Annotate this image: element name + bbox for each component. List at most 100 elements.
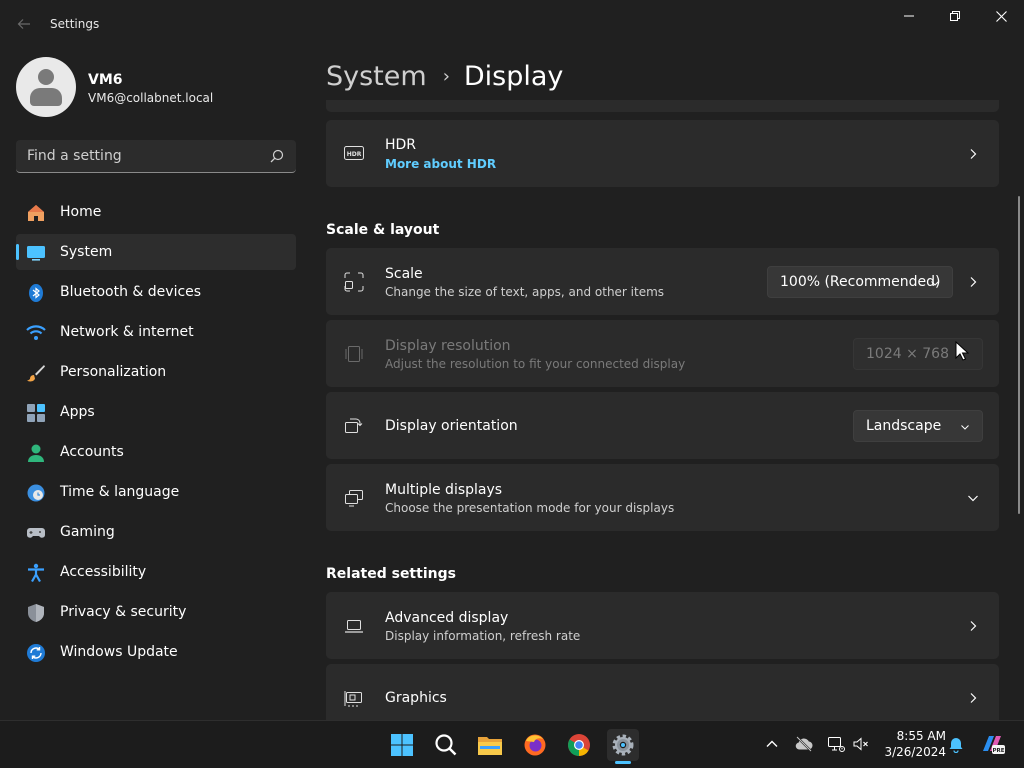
hdr-more-link[interactable]: More about HDR <box>385 157 496 171</box>
taskbar-search-button[interactable] <box>430 729 462 761</box>
sidebar-item-personalization[interactable]: Personalization <box>16 354 296 390</box>
sidebar-item-label: System <box>60 244 113 260</box>
svg-text:PRE: PRE <box>992 748 1004 754</box>
search-icon <box>435 734 457 756</box>
sidebar-item-bluetooth[interactable]: Bluetooth & devices <box>16 274 296 310</box>
scale-card[interactable]: Scale Change the size of text, apps, and… <box>326 248 999 315</box>
multiple-displays-icon <box>345 490 363 507</box>
accessibility-icon <box>28 563 44 583</box>
sidebar-item-label: Bluetooth & devices <box>60 284 202 300</box>
laptop-icon <box>345 620 363 633</box>
avatar[interactable] <box>16 57 76 117</box>
scrolled-card-edge <box>326 100 999 112</box>
advanced-display-title: Advanced display <box>385 610 509 626</box>
sidebar-item-label: Personalization <box>60 364 167 380</box>
sidebar-item-label: Gaming <box>60 524 115 540</box>
taskbar <box>0 720 1024 768</box>
breadcrumb-separator: › <box>442 65 450 87</box>
chevron-up-icon[interactable] <box>763 735 781 753</box>
orientation-title: Display orientation <box>385 418 518 434</box>
close-button[interactable] <box>978 0 1024 32</box>
hdr-card[interactable]: HDR HDR More about HDR <box>326 120 999 187</box>
chevron-down-icon[interactable] <box>967 492 979 504</box>
sidebar-item-label: Network & internet <box>60 324 194 340</box>
back-button[interactable] <box>12 12 36 36</box>
sidebar-item-home[interactable]: Home <box>16 194 296 230</box>
taskbar-file-explorer[interactable] <box>474 729 506 761</box>
sidebar-item-system[interactable]: System <box>16 234 296 270</box>
resolution-icon <box>345 346 363 362</box>
page-title: Display <box>463 60 564 92</box>
wifi-icon <box>26 325 46 340</box>
graphics-card[interactable]: Graphics <box>326 664 999 720</box>
clock-time[interactable]: 8:55 AM <box>880 729 946 743</box>
copilot-icon[interactable]: PRE <box>980 733 1006 755</box>
update-icon <box>27 644 45 662</box>
title-bar: Settings <box>0 0 1024 48</box>
sidebar-item-label: Privacy & security <box>60 604 187 620</box>
mouse-cursor-icon <box>955 341 969 361</box>
chevron-right-icon <box>970 621 977 631</box>
shield-icon <box>28 604 44 622</box>
user-name: VM6 <box>88 72 123 88</box>
multiple-displays-title: Multiple displays <box>385 482 503 498</box>
search-box[interactable] <box>16 140 296 173</box>
multiple-displays-subtitle: Choose the presentation mode for your di… <box>385 501 675 515</box>
sidebar-item-accounts[interactable]: Accounts <box>16 434 296 470</box>
search-icon[interactable] <box>270 149 284 163</box>
chevron-down-icon <box>961 425 969 430</box>
search-input[interactable] <box>16 140 261 172</box>
hdr-title: HDR <box>385 137 417 153</box>
taskbar-settings[interactable] <box>607 729 639 761</box>
multiple-displays-card[interactable]: Multiple displays Choose the presentatio… <box>326 464 999 531</box>
orientation-dropdown[interactable]: Landscape <box>853 410 983 442</box>
scrollbar-thumb[interactable] <box>1018 196 1020 514</box>
notification-bell-icon[interactable] <box>947 735 965 753</box>
minimize-button[interactable] <box>886 0 932 32</box>
advanced-display-card[interactable]: Advanced display Display information, re… <box>326 592 999 659</box>
maximize-icon <box>950 11 960 21</box>
advanced-display-subtitle: Display information, refresh rate <box>385 629 581 643</box>
user-email: VM6@collabnet.local <box>88 91 214 105</box>
firefox-icon <box>524 734 546 756</box>
sidebar-item-windows-update[interactable]: Windows Update <box>16 634 296 670</box>
clock-date[interactable]: 3/26/2024 <box>880 745 946 759</box>
section-heading-scale-layout: Scale & layout <box>326 222 440 238</box>
sidebar-item-apps[interactable]: Apps <box>16 394 296 430</box>
sidebar-item-accessibility[interactable]: Accessibility <box>16 554 296 590</box>
cloud-offline-icon[interactable] <box>795 735 813 753</box>
orientation-icon <box>345 418 363 433</box>
hdr-icon: HDR <box>344 146 364 160</box>
scale-icon <box>344 272 364 292</box>
taskbar-firefox[interactable] <box>519 729 551 761</box>
graphics-title: Graphics <box>385 690 447 706</box>
brush-icon <box>27 365 45 382</box>
start-button[interactable] <box>386 729 418 761</box>
active-app-indicator <box>615 761 631 764</box>
taskbar-chrome[interactable] <box>563 729 595 761</box>
sidebar-item-network[interactable]: Network & internet <box>16 314 296 350</box>
sidebar-item-privacy[interactable]: Privacy & security <box>16 594 296 630</box>
settings-gear-icon <box>612 734 634 756</box>
maximize-button[interactable] <box>932 0 978 32</box>
sidebar-item-gaming[interactable]: Gaming <box>16 514 296 550</box>
minimize-icon <box>904 15 914 17</box>
clock-globe-icon <box>27 484 45 502</box>
sidebar-item-label: Accessibility <box>60 564 147 580</box>
sidebar-item-label: Windows Update <box>60 644 178 660</box>
volume-muted-icon[interactable] <box>852 735 870 753</box>
chevron-right-icon[interactable] <box>967 276 979 288</box>
close-icon <box>995 10 1007 22</box>
arrow-left-icon <box>17 19 30 29</box>
breadcrumb: System › Display <box>326 58 563 94</box>
network-icon[interactable] <box>827 735 845 753</box>
breadcrumb-parent[interactable]: System <box>326 61 427 92</box>
avatar-body <box>30 88 62 106</box>
resolution-value: 1024 × 768 <box>866 346 949 362</box>
orientation-card[interactable]: Display orientation Landscape <box>326 392 999 459</box>
sidebar-item-time-language[interactable]: Time & language <box>16 474 296 510</box>
scale-dropdown[interactable]: 100% (Recommended) <box>767 266 953 298</box>
sidebar-nav: Home System Bluetooth & devices Network … <box>16 194 296 674</box>
chevron-right-icon <box>970 693 977 703</box>
resolution-subtitle: Adjust the resolution to fit your connec… <box>385 357 686 371</box>
